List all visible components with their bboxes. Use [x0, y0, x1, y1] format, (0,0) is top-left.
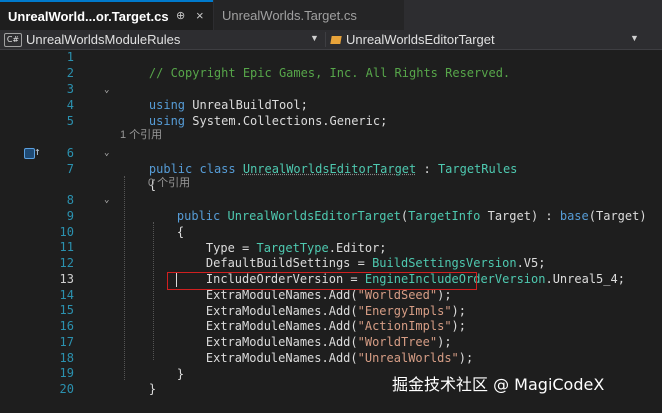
line-number: 15 [59, 303, 74, 317]
line-number: 9 [66, 209, 74, 223]
using-target: System.Collections.Generic; [185, 113, 388, 128]
line-number: 20 [59, 382, 74, 396]
keyword: base [559, 208, 589, 223]
param-type: TargetInfo [408, 208, 481, 223]
code-line-8: public UnrealWorldsEditorTarget(TargetIn… [148, 193, 647, 223]
base-args: (Target) [588, 208, 647, 223]
separator: : [416, 161, 438, 176]
constructor-name: UnrealWorldsEditorTarget [227, 208, 401, 223]
project-dropdown[interactable]: C# UnrealWorldsModuleRules ▼ [4, 30, 322, 49]
csharp-project-icon: C# [4, 32, 22, 47]
line-number: 4 [66, 98, 74, 112]
code-line-1: // Copyright Epic Games, Inc. All Rights… [120, 50, 510, 80]
line-number: 16 [59, 319, 74, 333]
code-editor[interactable]: ↑ 1 2 3 4 5 6 7 8 9 10 11 12 13 14 15 16… [0, 50, 662, 409]
line-number: 18 [59, 351, 74, 365]
line-number: 14 [59, 288, 74, 302]
param-name: Target) : [480, 208, 560, 223]
highlight-box [167, 272, 477, 290]
type-dropdown[interactable]: UnrealWorldsEditorTarget ▼ [330, 30, 660, 49]
tab-label: UnrealWorld...or.Target.cs [8, 8, 169, 24]
glyph-margin: ↑ [0, 50, 41, 409]
code-line-6: public class UnrealWorldsEditorTarget : … [120, 146, 518, 176]
class-icon [330, 34, 342, 46]
collapse-chevron-icon[interactable]: ⌄ [104, 149, 113, 158]
type-dropdown-label: UnrealWorldsEditorTarget [346, 32, 495, 47]
line-number: 12 [59, 256, 74, 270]
code-line-12: IncludeOrderVersion = EngineIncludeOrder… [177, 256, 625, 286]
line-number: 2 [66, 66, 74, 80]
line-number: 10 [59, 225, 74, 239]
brace: } [148, 381, 157, 396]
call-end: ); [451, 318, 466, 333]
line-number: 1 [66, 50, 74, 64]
line-number: 19 [59, 366, 74, 380]
collapse-chevron-icon[interactable]: ⌄ [104, 196, 113, 205]
string-literal: "UnrealWorlds" [357, 350, 459, 365]
codelens-references[interactable]: 1 个引用 [120, 128, 162, 144]
code-line-16: ExtraModuleNames.Add("WorldTree"); [177, 319, 452, 349]
code-line-9: { [148, 209, 184, 239]
tab-unrealworlds-target[interactable]: UnrealWorlds.Target.cs [214, 0, 404, 30]
line-number: 6 [66, 146, 74, 160]
class-name[interactable]: UnrealWorldsEditorTarget [243, 162, 416, 176]
line-number: 8 [66, 193, 74, 207]
method-call: ExtraModuleNames.Add( [205, 350, 358, 365]
line-number: 5 [66, 114, 74, 128]
code-line-10: Type = TargetType.Editor; [177, 225, 387, 255]
watermark: 掘金技术社区 @ MagiCodeX [392, 375, 605, 394]
code-line-3: using UnrealBuildTool; [120, 82, 308, 112]
keyword: class [199, 161, 236, 176]
divider [325, 32, 326, 47]
code-line-19: } [120, 366, 156, 396]
line-number: 11 [59, 240, 74, 254]
keyword: using [148, 113, 186, 128]
line-number-current: 13 [59, 272, 74, 286]
code-line-15: ExtraModuleNames.Add("ActionImpls"); [177, 303, 466, 333]
tab-label: UnrealWorlds.Target.cs [222, 7, 357, 23]
base-class: TargetRules [437, 161, 518, 176]
project-dropdown-label: UnrealWorldsModuleRules [26, 32, 181, 47]
code-line-11: DefaultBuildSettings = BuildSettingsVers… [177, 240, 546, 270]
code-line-17: ExtraModuleNames.Add("UnrealWorlds"); [177, 335, 473, 365]
document-tab-bar: UnrealWorld...or.Target.cs ⊕ × UnrealWor… [0, 0, 662, 32]
chevron-down-icon: ▼ [310, 33, 319, 43]
collapse-chevron-icon[interactable]: ⌄ [104, 86, 113, 95]
brace: } [176, 366, 185, 381]
code-line-4: using System.Collections.Generic; [120, 98, 387, 128]
line-number: 17 [59, 335, 74, 349]
line-number: 3 [66, 82, 74, 96]
call-end: ); [458, 350, 474, 365]
member: .Unreal5_4; [545, 271, 625, 286]
chevron-down-icon: ▼ [630, 33, 639, 43]
tab-unrealworlds-editor-target[interactable]: UnrealWorld...or.Target.cs ⊕ × [0, 0, 213, 30]
code-line-18: } [148, 351, 184, 381]
comment: // Copyright Epic Games, Inc. All Rights… [148, 65, 511, 80]
close-icon[interactable]: × [196, 8, 208, 23]
code-line-14: ExtraModuleNames.Add("EnergyImpls"); [177, 288, 466, 318]
navigation-bar: C# UnrealWorldsModuleRules ▼ UnrealWorld… [0, 30, 662, 50]
codelens-references[interactable]: 0 个引用 [148, 176, 190, 192]
line-number: 7 [66, 162, 74, 176]
pin-icon[interactable]: ⊕ [176, 9, 188, 23]
